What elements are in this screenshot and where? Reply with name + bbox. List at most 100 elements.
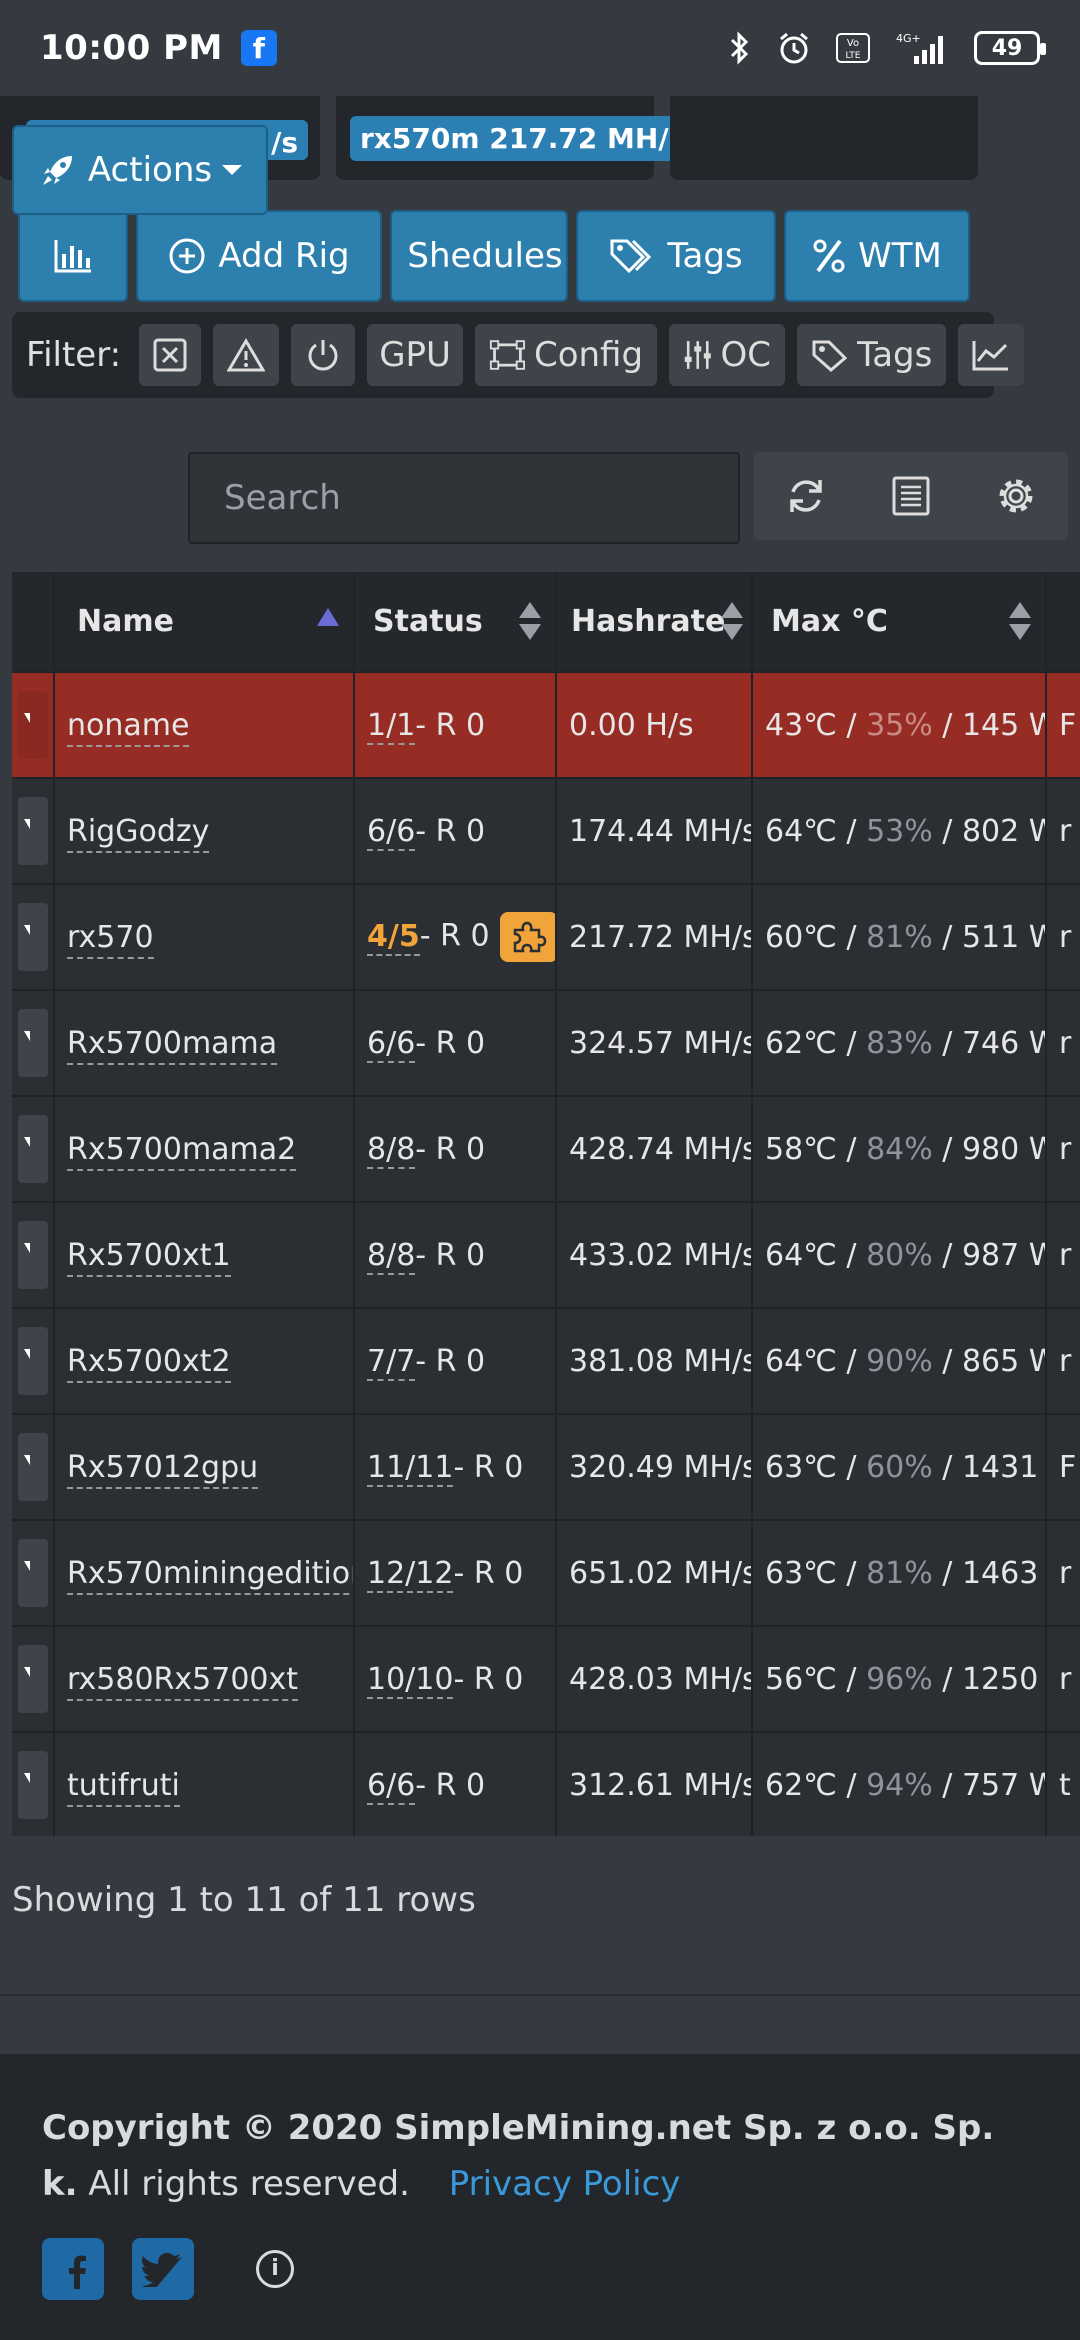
divider (0, 1994, 1080, 1996)
facebook-link[interactable] (42, 2238, 104, 2300)
row-expand-toggle[interactable] (18, 691, 48, 759)
row-expand-toggle[interactable] (18, 1327, 48, 1395)
hashrate-cell: 217.72 MH/s (556, 884, 753, 991)
settings-button[interactable] (976, 456, 1056, 536)
row-expand-toggle[interactable] (18, 1645, 48, 1713)
schedules-button[interactable]: z Shedules (390, 210, 568, 302)
gpu-count[interactable]: 4/5 (367, 918, 420, 956)
rig-name[interactable]: Rx5700xt2 (67, 1343, 231, 1383)
rig-name-cell[interactable]: tutifruti (54, 1732, 355, 1836)
header-max-temp[interactable]: Max °C (752, 572, 1047, 673)
row-expand-cell[interactable] (12, 778, 55, 885)
row-expand-toggle[interactable] (18, 903, 48, 971)
table-row[interactable]: Rx5700xt1 8/8- R 0 433.02 MH/s 64℃ / 80% / … (12, 1202, 1080, 1309)
filter-warning-button[interactable] (213, 324, 280, 386)
gpu-count[interactable]: 6/6 (367, 813, 416, 851)
rig-name[interactable]: rx580Rx5700xt (67, 1661, 299, 1701)
table-row[interactable]: RigGodzy 6/6- R 0 174.44 MH/s 64℃ / 53% / 8… (12, 778, 1080, 885)
filter-tags-button[interactable]: Tags (797, 324, 947, 386)
filter-power-button[interactable] (291, 324, 356, 386)
rig-name-cell[interactable]: Rx57012gpu (54, 1414, 355, 1521)
filter-disabled-button[interactable] (139, 324, 202, 386)
gear-icon (999, 479, 1033, 513)
row-expand-cell[interactable] (12, 672, 55, 779)
search-input[interactable]: Search (188, 452, 740, 544)
row-expand-cell[interactable] (12, 1202, 55, 1309)
gpu-count[interactable]: 6/6 (367, 1025, 416, 1063)
filter-chart-button[interactable] (958, 324, 1025, 386)
row-expand-cell[interactable] (12, 1732, 55, 1836)
rig-name-cell[interactable]: rx580Rx5700xt (54, 1626, 355, 1733)
table-row[interactable]: Rx57012gpu 11/11- R 0 320.49 MH/s 63℃ / 60%… (12, 1414, 1080, 1521)
rig-name-cell[interactable]: rx570 (54, 884, 355, 991)
table-row[interactable]: rx570 4/5- R 0 217.72 MH/s 60℃ / 81% / 511 … (12, 884, 1080, 991)
header-name[interactable]: Name (54, 572, 355, 673)
filter-gpu-button[interactable]: GPU (367, 324, 464, 386)
table-row[interactable]: Rx5700xt2 7/7- R 0 381.08 MH/s 64℃ / 90% / … (12, 1308, 1080, 1415)
gpu-count[interactable]: 10/10 (367, 1661, 454, 1699)
header-status[interactable]: Status (354, 572, 557, 673)
row-expand-cell[interactable] (12, 990, 55, 1097)
rig-name-cell[interactable]: RigGodzy (54, 778, 355, 885)
wtm-button[interactable]: WTM (784, 210, 970, 302)
table-row[interactable]: Rx5700mama2 8/8- R 0 428.74 MH/s 58℃ / 84% … (12, 1096, 1080, 1203)
table-row[interactable]: rx580Rx5700xt 10/10- R 0 428.03 MH/s 56℃ / … (12, 1626, 1080, 1733)
table-row[interactable]: tutifruti 6/6- R 0 312.61 MH/s 62℃ / 94% / … (12, 1732, 1080, 1836)
rig-name[interactable]: Rx5700mama2 (67, 1131, 297, 1171)
twitter-link[interactable] (132, 2238, 194, 2300)
list-view-button[interactable] (871, 456, 951, 536)
gpu-count[interactable]: 7/7 (367, 1343, 416, 1381)
rig-name-cell[interactable]: Rx5700xt2 (54, 1308, 355, 1415)
rig-name[interactable]: noname (67, 707, 190, 747)
row-expand-cell[interactable] (12, 1626, 55, 1733)
rig-name-cell[interactable]: Rx570miningedition (54, 1520, 355, 1627)
add-rig-button[interactable]: Add Rig (136, 210, 382, 302)
row-expand-cell[interactable] (12, 1520, 55, 1627)
rig-name[interactable]: Rx5700mama (67, 1025, 278, 1065)
rig-name[interactable]: tutifruti (67, 1767, 180, 1807)
row-expand-cell[interactable] (12, 1096, 55, 1203)
filter-config-button[interactable]: Config (475, 324, 658, 386)
gpu-count[interactable]: 6/6 (367, 1767, 416, 1805)
info-icon[interactable]: i (256, 2250, 294, 2288)
filter-oc-button[interactable]: OC (669, 324, 786, 386)
row-expand-toggle[interactable] (18, 797, 48, 865)
row-expand-cell[interactable] (12, 1308, 55, 1415)
table-row[interactable]: noname1/1- R 00.00 H/s43℃ / 35% / 145 WF (12, 672, 1080, 779)
rig-name-cell[interactable]: Rx5700xt1 (54, 1202, 355, 1309)
row-expand-toggle[interactable] (18, 1115, 48, 1183)
rig-name[interactable]: Rx57012gpu (67, 1449, 259, 1489)
stats-button[interactable] (18, 210, 128, 302)
row-expand-toggle[interactable] (18, 1751, 48, 1819)
refresh-button[interactable] (766, 456, 846, 536)
tags-button[interactable]: Tags (576, 210, 776, 302)
tag-icon (610, 239, 652, 274)
row-expand-toggle[interactable] (18, 1221, 48, 1289)
row-expand-toggle[interactable] (18, 1433, 48, 1501)
row-expand-toggle[interactable] (18, 1009, 48, 1077)
actions-dropdown-button[interactable]: Actions (12, 125, 268, 215)
privacy-policy-link[interactable]: Privacy Policy (449, 2164, 681, 2204)
rig-name[interactable]: RigGodzy (67, 813, 210, 853)
rig-name[interactable]: rx570 (67, 919, 154, 959)
rig-name-cell[interactable]: Rx5700mama (54, 990, 355, 1097)
sort-ascending-icon (317, 608, 339, 626)
rig-name[interactable]: Rx570miningedition (67, 1555, 352, 1595)
table-row[interactable]: Rx5700mama 6/6- R 0 324.57 MH/s 62℃ / 83% /… (12, 990, 1080, 1097)
rig-name[interactable]: Rx5700xt1 (67, 1237, 231, 1277)
extra-cell: r (1046, 1626, 1080, 1733)
rig-name-cell[interactable]: Rx5700mama2 (54, 1096, 355, 1203)
gpu-count[interactable]: 8/8 (367, 1131, 416, 1169)
row-expand-cell[interactable] (12, 1414, 55, 1521)
rig-name-cell[interactable]: noname (54, 672, 355, 779)
temp-value: 64℃ (765, 813, 837, 849)
puzzle-icon[interactable] (499, 912, 554, 962)
gpu-count[interactable]: 11/11 (367, 1449, 454, 1487)
table-row[interactable]: Rx570miningedition 12/12- R 0 651.02 MH/s 6… (12, 1520, 1080, 1627)
row-expand-cell[interactable] (12, 884, 55, 991)
gpu-count[interactable]: 12/12 (367, 1555, 454, 1593)
gpu-count[interactable]: 8/8 (367, 1237, 416, 1275)
header-hashrate[interactable]: Hashrate (556, 572, 753, 673)
gpu-count[interactable]: 1/1 (367, 707, 416, 745)
row-expand-toggle[interactable] (18, 1539, 48, 1607)
